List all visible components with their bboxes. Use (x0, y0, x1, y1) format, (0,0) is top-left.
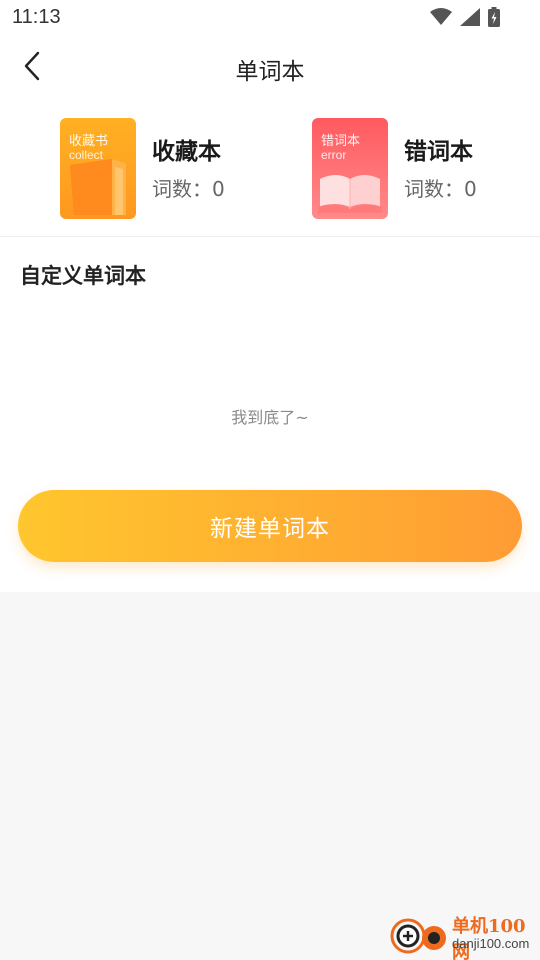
new-wordbook-button[interactable]: 新建单词本 (18, 490, 522, 562)
custom-section-title: 自定义单词本 (20, 264, 146, 288)
end-of-list-text: 我到底了~ (231, 408, 309, 427)
error-book-cover: 错词本 error (312, 118, 388, 219)
cover-title: 收藏书 (69, 134, 109, 149)
signal-icon (460, 8, 480, 26)
battery-icon (488, 7, 500, 27)
watermark-logo-icon (388, 918, 450, 960)
site-watermark: 单机100网 danji100.com (388, 912, 538, 960)
content-panel: 11:13 单词本 收藏书 collect 收藏本 词数：0 错词本 error… (0, 0, 540, 592)
status-time: 11:13 (12, 6, 61, 28)
favorites-book-cover: 收藏书 collect (60, 118, 136, 219)
book-word-count: 词数：0 (152, 177, 225, 201)
wifi-icon (430, 8, 452, 26)
book-word-count: 词数：0 (404, 177, 477, 201)
cover-subtitle: error (321, 148, 347, 162)
divider (0, 236, 540, 237)
book-name: 错词本 (404, 139, 473, 165)
open-book-icon (312, 165, 388, 219)
status-icons (430, 7, 500, 27)
status-bar: 11:13 (0, 0, 540, 36)
cover-title: 错词本 (321, 134, 361, 149)
book-name: 收藏本 (152, 139, 221, 165)
favorites-book-card[interactable]: 收藏书 collect 收藏本 词数：0 (60, 118, 290, 220)
nav-bar: 单词本 (0, 40, 540, 98)
closed-book-icon (60, 155, 136, 219)
watermark-line2: danji100.com (452, 936, 530, 951)
page-title: 单词本 (235, 59, 305, 85)
error-book-card[interactable]: 错词本 error 错词本 词数：0 (312, 118, 540, 220)
screen: 11:13 单词本 收藏书 collect 收藏本 词数：0 错词本 error… (0, 0, 540, 960)
